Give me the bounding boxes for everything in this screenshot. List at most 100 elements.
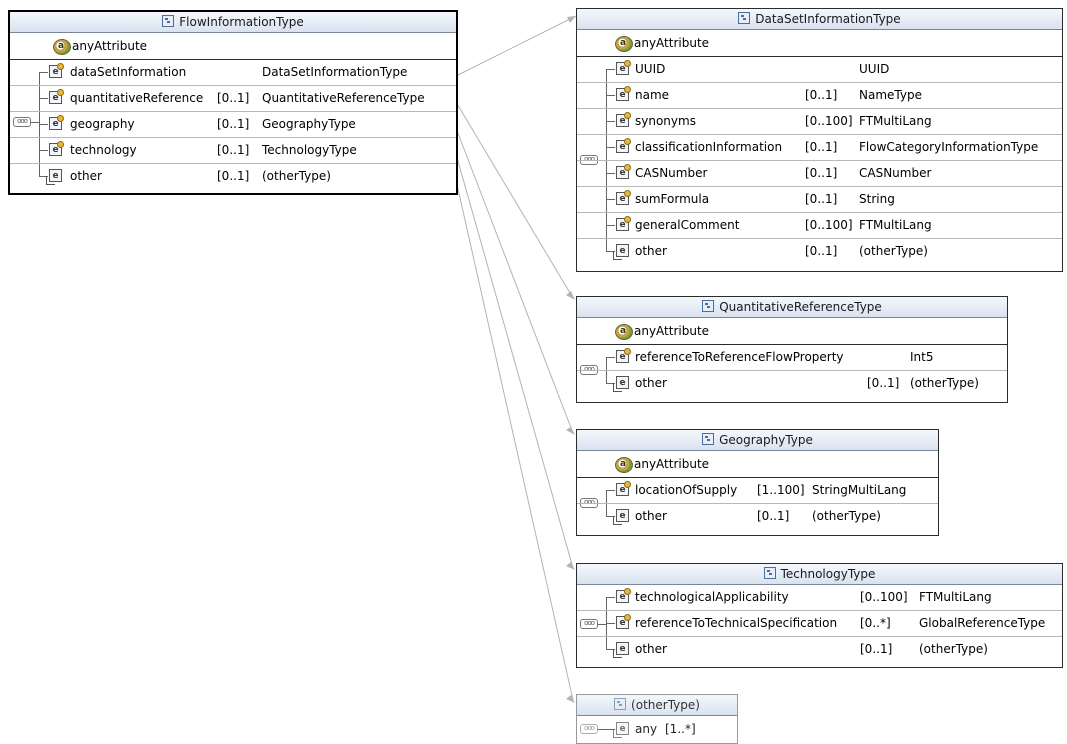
arrowhead-datasetinformation [567, 16, 576, 23]
any-element-icon: e [613, 722, 629, 738]
technology-type-header: TechnologyType [577, 564, 1062, 585]
element-cardinality: [0..1] [217, 117, 250, 131]
element-row[interactable]: e other [0..1] (otherType) [577, 637, 1062, 662]
element-cardinality: [0..1] [867, 376, 900, 390]
element-cardinality: [0..100] [805, 114, 853, 128]
quantitative-reference-type-box[interactable]: QuantitativeReferenceType anyAttribute o… [576, 296, 1008, 403]
element-row[interactable]: e name [0..1] NameType [577, 83, 1062, 109]
element-name: other [70, 169, 102, 183]
element-row[interactable]: e other [0..1] (otherType) [577, 371, 1007, 396]
element-row[interactable]: e referenceToTechnicalSpecification [0..… [577, 611, 1062, 637]
element-row[interactable]: e generalComment [0..100] FTMultiLang [577, 213, 1062, 239]
element-type: GeographyType [262, 117, 356, 131]
element-cardinality: [0..1] [805, 166, 838, 180]
element-cardinality: [0..1] [805, 88, 838, 102]
element-row[interactable]: e other [0..1] (otherType) [10, 164, 456, 189]
element-cardinality: [0..*] [860, 616, 891, 630]
element-row[interactable]: e dataSetInformation DataSetInformationT… [10, 60, 456, 86]
element-name: technologicalApplicability [635, 590, 789, 604]
element-row[interactable]: e classificationInformation [0..1] FlowC… [577, 135, 1062, 161]
element-name: name [635, 88, 670, 102]
any-element-icon: e [613, 509, 629, 525]
any-attribute-label: anyAttribute [634, 36, 710, 50]
dataset-information-type-box[interactable]: DataSetInformationType anyAttribute ooo … [576, 8, 1063, 272]
complex-type-icon [763, 567, 776, 579]
element-icon: e [616, 60, 631, 75]
element-type: TechnologyType [262, 143, 357, 157]
sequence-area: ooo e UUID UUID e name [0..1] NameType e… [577, 57, 1062, 271]
any-attribute-label: anyAttribute [72, 39, 148, 53]
flow-information-type-title: FlowInformationType [179, 15, 304, 29]
element-row[interactable]: e synonyms [0..100] FTMultiLang [577, 109, 1062, 135]
element-cardinality: [0..100] [860, 590, 908, 604]
element-name: referenceToReferenceFlowProperty [635, 350, 844, 364]
element-name: generalComment [635, 218, 740, 232]
connector-geography [455, 127, 574, 434]
element-name: quantitativeReference [70, 91, 204, 105]
element-icon: e [616, 614, 631, 629]
element-row[interactable]: e any [1..*] [577, 717, 737, 742]
geography-type-box[interactable]: GeographyType anyAttribute ooo e locatio… [576, 429, 939, 536]
element-cardinality: [0..1] [757, 509, 790, 523]
element-name: geography [70, 117, 135, 131]
element-type: StringMultiLang [812, 483, 907, 497]
element-row[interactable]: e UUID UUID [577, 57, 1062, 83]
connector-other [455, 179, 574, 701]
element-icon: e [49, 63, 64, 78]
quantitative-reference-type-header: QuantitativeReferenceType [577, 297, 1007, 318]
element-type: (otherType) [910, 376, 979, 390]
element-row[interactable]: e locationOfSupply [1..100] StringMultiL… [577, 478, 938, 504]
flow-information-type-header: FlowInformationType [10, 12, 456, 33]
element-name: synonyms [635, 114, 696, 128]
element-row[interactable]: e other [0..1] (otherType) [577, 504, 938, 529]
any-element-icon: e [613, 642, 629, 658]
technology-type-box[interactable]: TechnologyType ooo e technologicalApplic… [576, 563, 1063, 668]
element-type: (otherType) [919, 642, 988, 656]
any-attribute-label: anyAttribute [634, 457, 710, 471]
element-icon: e [616, 86, 631, 101]
element-row[interactable]: e technology [0..1] TechnologyType [10, 138, 456, 164]
element-icon: e [616, 348, 631, 363]
complex-type-icon [162, 15, 175, 27]
element-row[interactable]: e CASNumber [0..1] CASNumber [577, 161, 1062, 187]
quantitative-reference-type-title: QuantitativeReferenceType [719, 300, 882, 314]
element-type: DataSetInformationType [262, 65, 408, 79]
element-type: UUID [859, 62, 890, 76]
element-name: CASNumber [635, 166, 708, 180]
element-cardinality: [0..1] [805, 244, 838, 258]
flow-information-type-box[interactable]: FlowInformationType anyAttribute ooo e d… [8, 10, 458, 195]
attribute-icon [615, 30, 633, 56]
element-icon: e [616, 164, 631, 179]
arrowhead-geography [566, 427, 575, 435]
element-name: sumFormula [635, 192, 710, 206]
sequence-area: ooo e dataSetInformation DataSetInformat… [10, 60, 456, 193]
attributes-row: anyAttribute [10, 33, 456, 60]
element-row[interactable]: e referenceToReferenceFlowProperty Int5 [577, 345, 1007, 371]
element-row[interactable]: e technologicalApplicability [0..100] FT… [577, 585, 1062, 611]
arrowhead-other [566, 695, 575, 703]
element-cardinality: [0..100] [805, 218, 853, 232]
other-type-box[interactable]: (otherType) ooo e any [1..*] [576, 694, 738, 744]
any-element-icon: e [46, 169, 62, 185]
element-cardinality: [1..100] [757, 483, 805, 497]
element-row[interactable]: e quantitativeReference [0..1] Quantitat… [10, 86, 456, 112]
any-element-icon: e [613, 376, 629, 392]
geography-type-title: GeographyType [719, 433, 813, 447]
element-row[interactable]: e other [0..1] (otherType) [577, 239, 1062, 264]
other-type-header: (otherType) [577, 695, 737, 716]
element-cardinality: [0..1] [217, 169, 250, 183]
sequence-area: ooo e locationOfSupply [1..100] StringMu… [577, 478, 938, 535]
element-row[interactable]: e geography [0..1] GeographyType [10, 112, 456, 138]
dataset-information-type-header: DataSetInformationType [577, 9, 1062, 30]
technology-type-title: TechnologyType [780, 567, 876, 581]
element-type: QuantitativeReferenceType [262, 91, 425, 105]
geography-type-header: GeographyType [577, 430, 938, 451]
element-name: UUID [635, 62, 666, 76]
element-type: (otherType) [859, 244, 928, 258]
element-type: FTMultiLang [919, 590, 992, 604]
element-type: FTMultiLang [859, 114, 932, 128]
connector-datasetinformation [455, 15, 577, 77]
element-icon: e [616, 138, 631, 153]
element-row[interactable]: e sumFormula [0..1] String [577, 187, 1062, 213]
element-type: (otherType) [812, 509, 881, 523]
